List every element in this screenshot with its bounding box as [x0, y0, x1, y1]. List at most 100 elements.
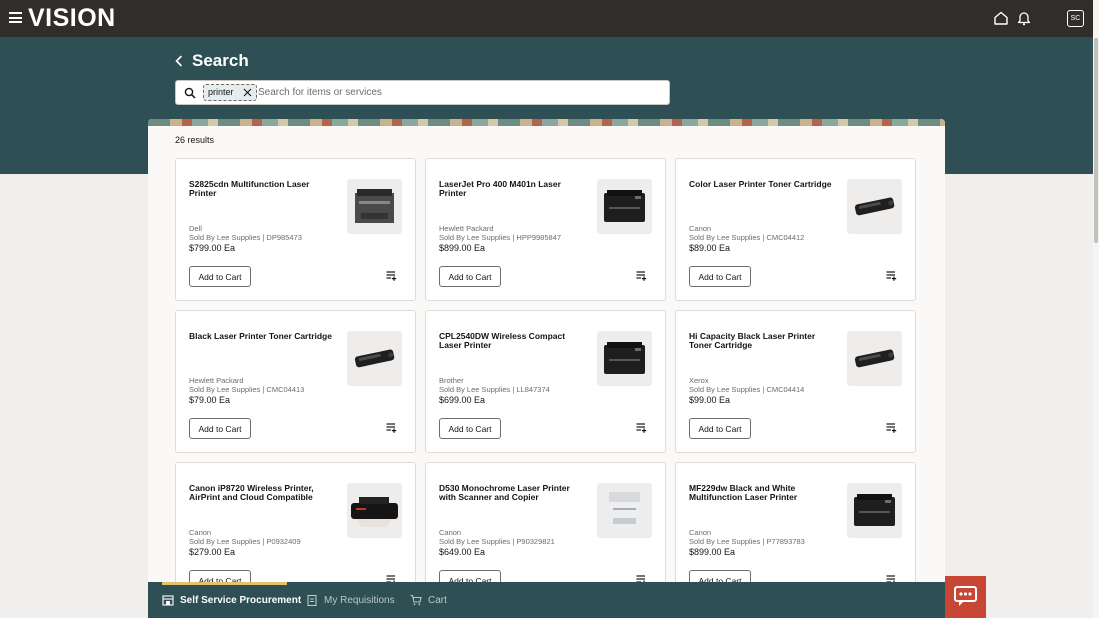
toner-cartridge-image [854, 197, 895, 216]
laser-printer-black-image [604, 190, 645, 222]
product-price: $89.00 Ea [689, 243, 731, 253]
product-brand: Canon [439, 528, 462, 537]
cart-icon [410, 594, 422, 606]
user-avatar[interactable]: SC [1067, 10, 1084, 27]
product-price: $899.00 Ea [439, 243, 486, 253]
product-card[interactable]: Color Laser Printer Toner Cartridge Canon… [675, 158, 916, 301]
product-price: $279.00 Ea [189, 547, 236, 557]
tab-cart[interactable]: Cart [410, 582, 447, 618]
bottom-nav: Self Service Procurement My Requisitions… [148, 582, 945, 618]
add-to-list-icon[interactable] [636, 270, 647, 281]
top-header: VISION SC [0, 0, 1099, 37]
add-to-list-icon[interactable] [636, 422, 647, 433]
laser-printer-black-image [854, 494, 895, 526]
toner-cartridge-image [854, 349, 895, 368]
product-title[interactable]: LaserJet Pro 400 M401n Laser Printer [439, 180, 587, 198]
product-price: $899.00 Ea [689, 547, 736, 557]
product-brand: Xerox [689, 376, 709, 385]
laser-printer-grey-image [355, 189, 394, 223]
product-image[interactable] [597, 483, 652, 538]
add-to-cart-button[interactable]: Add to Cart [189, 266, 251, 287]
product-card[interactable]: CPL2540DW Wireless Compact Laser Printer… [425, 310, 666, 453]
product-price: $649.00 Ea [439, 547, 486, 557]
store-icon [162, 595, 174, 606]
product-brand: Canon [689, 224, 712, 233]
product-price: $99.00 Ea [689, 395, 731, 405]
add-to-cart-button[interactable]: Add to Cart [439, 418, 501, 439]
add-to-cart-button[interactable]: Add to Cart [689, 266, 751, 287]
add-to-cart-button[interactable]: Add to Cart [689, 418, 751, 439]
product-seller: Sold By Lee Supplies | P77893783 [689, 537, 805, 546]
add-to-cart-button[interactable]: Add to Cart [439, 266, 501, 287]
add-to-list-icon[interactable] [386, 270, 397, 281]
product-seller: Sold By Lee Supplies | P0932409 [189, 537, 301, 546]
product-brand: Canon [689, 528, 712, 537]
tab-label: Cart [428, 594, 447, 606]
product-card[interactable]: Hi Capacity Black Laser Printer Toner Ca… [675, 310, 916, 453]
product-title[interactable]: MF229dw Black and White Multifunction La… [689, 484, 837, 502]
product-seller: Sold By Lee Supplies | DP985473 [189, 233, 302, 242]
product-image[interactable] [347, 483, 402, 538]
add-to-list-icon[interactable] [886, 422, 897, 433]
menu-icon[interactable] [9, 12, 22, 23]
product-brand: Canon [189, 528, 212, 537]
product-title[interactable]: D530 Monochrome Laser Printer with Scann… [439, 484, 587, 502]
product-title[interactable]: Hi Capacity Black Laser Printer Toner Ca… [689, 332, 837, 350]
toner-cartridge-image [354, 349, 395, 368]
clipboard-icon [307, 594, 317, 606]
inkjet-printer-image [351, 497, 398, 527]
product-image[interactable] [347, 179, 402, 234]
product-seller: Sold By Lee Supplies | CMC04414 [689, 385, 805, 394]
search-icon [184, 87, 196, 99]
product-card[interactable]: LaserJet Pro 400 M401n Laser Printer Hewl… [425, 158, 666, 301]
product-title[interactable]: Canon iP8720 Wireless Printer, AirPrint … [189, 484, 337, 502]
app-logo[interactable]: VISION [28, 4, 116, 33]
product-brand: Hewlett Packard [439, 224, 494, 233]
tab-label: My Requisitions [324, 594, 395, 606]
product-card[interactable]: S2825cdn Multifunction Laser Printer Dell… [175, 158, 416, 301]
product-brand: Hewlett Packard [189, 376, 244, 385]
product-price: $699.00 Ea [439, 395, 486, 405]
back-chevron-icon[interactable] [174, 55, 184, 67]
scrollbar-thumb[interactable] [1094, 38, 1098, 243]
product-title[interactable]: S2825cdn Multifunction Laser Printer [189, 180, 337, 198]
add-to-cart-button[interactable]: Add to Cart [189, 418, 251, 439]
product-seller: Sold By Lee Supplies | HPP9985847 [439, 233, 562, 242]
results-panel: 26 results S2825cdn Multifunction Laser … [148, 119, 945, 618]
product-image[interactable] [347, 331, 402, 386]
add-to-list-icon[interactable] [886, 270, 897, 281]
product-brand: Dell [189, 224, 202, 233]
product-brand: Brother [439, 376, 464, 385]
search-input[interactable] [258, 84, 658, 101]
product-seller: Sold By Lee Supplies | LL847374 [439, 385, 550, 394]
laser-printer-black-image [604, 342, 645, 374]
product-price: $799.00 Ea [189, 243, 236, 253]
product-seller: Sold By Lee Supplies | CMC04412 [689, 233, 805, 242]
tab-my-requisitions[interactable]: My Requisitions [306, 582, 395, 618]
chat-icon [954, 586, 977, 606]
product-title[interactable]: CPL2540DW Wireless Compact Laser Printer [439, 332, 587, 350]
product-card[interactable]: Black Laser Printer Toner Cartridge Hewle… [175, 310, 416, 453]
product-image[interactable] [597, 331, 652, 386]
product-image[interactable] [847, 331, 902, 386]
product-price: $79.00 Ea [189, 395, 231, 405]
active-tab-indicator [162, 582, 287, 585]
search-chip[interactable]: printer [203, 84, 257, 101]
product-title[interactable]: Color Laser Printer Toner Cartridge [689, 180, 837, 189]
page-title: Search [192, 51, 249, 70]
bell-icon[interactable] [1016, 10, 1032, 26]
product-seller: Sold By Lee Supplies | CMC04413 [189, 385, 305, 394]
laser-printer-white-image [609, 492, 640, 527]
home-icon[interactable] [993, 10, 1009, 26]
add-to-list-icon[interactable] [386, 422, 397, 433]
product-image[interactable] [847, 483, 902, 538]
tab-self-service-procurement[interactable]: Self Service Procurement [162, 582, 301, 618]
product-image[interactable] [597, 179, 652, 234]
search-box[interactable]: printer [175, 80, 670, 105]
result-count: 26 results [175, 135, 215, 145]
product-title[interactable]: Black Laser Printer Toner Cartridge [189, 332, 337, 341]
product-image[interactable] [847, 179, 902, 234]
chat-button[interactable] [945, 576, 986, 618]
tab-label: Self Service Procurement [180, 594, 302, 606]
close-icon[interactable] [242, 87, 253, 98]
